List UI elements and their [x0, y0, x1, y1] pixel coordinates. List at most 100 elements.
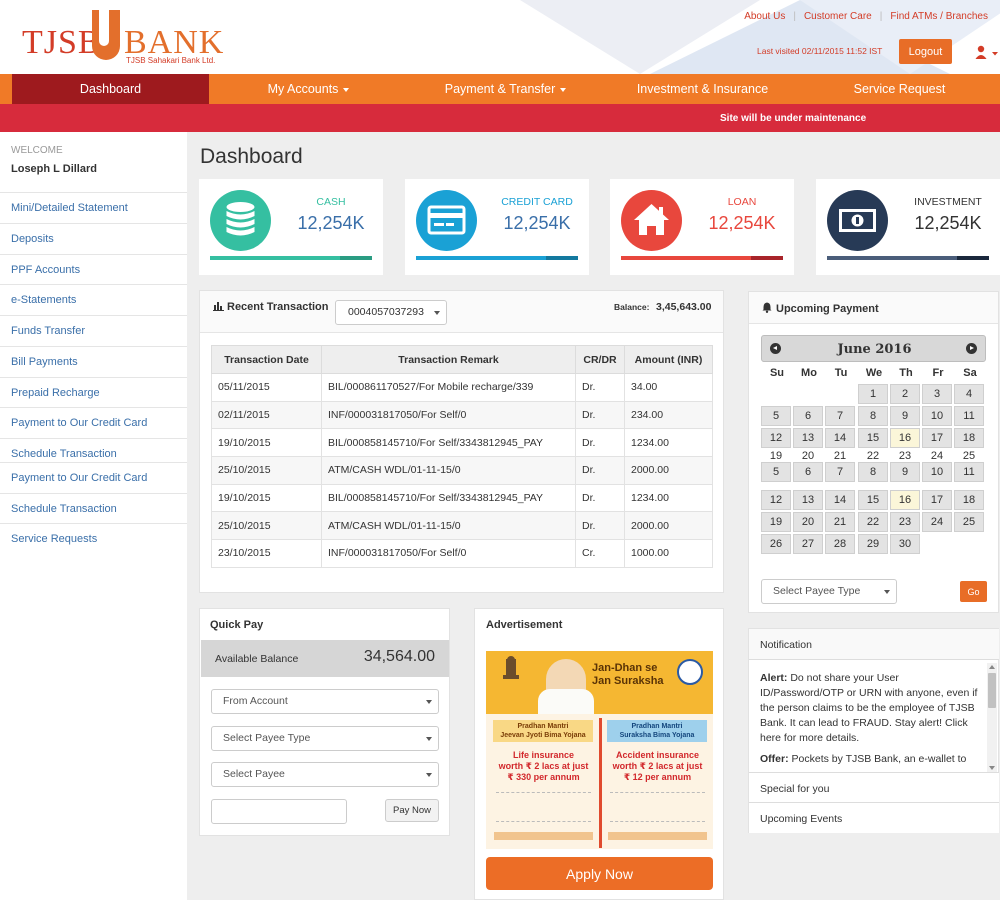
sidebar-item-credit-card-payment[interactable]: Payment to Our Credit Card [0, 462, 187, 492]
notification-scrollbar[interactable] [987, 663, 997, 772]
offer-message[interactable]: Offer: Pockets by TJSB Bank, an e-wallet… [760, 752, 982, 767]
calendar-day[interactable]: 2 [890, 384, 920, 404]
calendar-day[interactable]: 13 [793, 490, 823, 510]
calendar-day[interactable]: 12 [761, 428, 791, 448]
calendar-day[interactable]: 23 [890, 450, 920, 462]
calendar-day[interactable]: 18 [954, 428, 984, 448]
calendar-day[interactable]: 16 [890, 490, 920, 510]
calendar-day[interactable]: 17 [922, 428, 952, 448]
calendar-day[interactable]: 6 [793, 406, 823, 426]
calendar-day[interactable]: 15 [858, 428, 888, 448]
investment-card[interactable]: INVESTMENT 12,254K [816, 179, 1000, 275]
calendar-day[interactable]: 19 [761, 512, 791, 532]
nav-payment-transfer[interactable]: Payment & Transfer [407, 74, 604, 104]
column-header[interactable]: Amount (INR) [624, 345, 713, 374]
table-row[interactable]: 19/10/2015 BIL/000858145710/For Self/3343… [211, 483, 713, 513]
calendar-day[interactable]: 11 [954, 462, 984, 482]
ad-banner-top[interactable]: Jan-Dhan se Jan Suraksha [486, 651, 713, 714]
loan-card[interactable]: LOAN 12,254K [610, 179, 794, 275]
calendar-day[interactable]: 27 [793, 534, 823, 554]
calendar-day[interactable]: 22 [858, 512, 888, 532]
calendar-day[interactable]: 9 [890, 462, 920, 482]
calendar-day[interactable]: 20 [793, 512, 823, 532]
calendar-day[interactable]: 15 [858, 490, 888, 510]
calendar-day[interactable]: 7 [825, 406, 855, 426]
payee-type-select[interactable]: Select Payee Type [211, 726, 439, 751]
nav-investment-insurance[interactable]: Investment & Insurance [604, 74, 801, 104]
pay-now-button[interactable]: Pay Now [385, 799, 439, 822]
sidebar-item-statement[interactable]: Mini/Detailed Statement [0, 192, 187, 222]
calendar-day[interactable]: 24 [922, 450, 952, 462]
nav-service-request[interactable]: Service Request [801, 74, 998, 104]
calendar-day[interactable]: 11 [954, 406, 984, 426]
credit-card-card[interactable]: CREDIT CARD 12,254K [405, 179, 589, 275]
next-month-icon[interactable] [966, 343, 977, 354]
calendar-day[interactable]: 3 [922, 384, 952, 404]
sidebar-item-service-requests[interactable]: Service Requests [0, 523, 187, 553]
column-header[interactable]: Transaction Date [211, 345, 322, 374]
account-select[interactable]: 0004057037293 [335, 300, 447, 325]
sidebar-item-credit-card-payment[interactable]: Payment to Our Credit Card [0, 407, 187, 437]
about-us-link[interactable]: About Us [744, 11, 785, 22]
notification-header[interactable]: Notification [749, 629, 999, 660]
sidebar-item-e-statements[interactable]: e-Statements [0, 284, 187, 314]
scroll-thumb[interactable] [988, 673, 996, 708]
calendar-day[interactable]: 14 [825, 428, 855, 448]
calendar-day[interactable]: 13 [793, 428, 823, 448]
calendar-day[interactable]: 20 [793, 450, 823, 462]
calendar-day[interactable]: 26 [761, 534, 791, 554]
calendar-day[interactable]: 8 [858, 406, 888, 426]
sidebar-item-deposits[interactable]: Deposits [0, 223, 187, 253]
sidebar-item-ppf-accounts[interactable]: PPF Accounts [0, 254, 187, 284]
calendar-day[interactable]: 12 [761, 490, 791, 510]
sidebar-item-bill-payments[interactable]: Bill Payments [0, 346, 187, 376]
calendar-day[interactable]: 10 [922, 462, 952, 482]
calendar-day[interactable]: 9 [890, 406, 920, 426]
calendar-day[interactable]: 25 [954, 450, 984, 462]
calendar-day[interactable]: 24 [922, 512, 952, 532]
calendar-day[interactable]: 18 [954, 490, 984, 510]
calendar-day[interactable]: 28 [825, 534, 855, 554]
calendar-day[interactable]: 19 [761, 450, 791, 462]
calendar-day[interactable]: 30 [890, 534, 920, 554]
user-menu[interactable] [975, 44, 999, 60]
calendar-day[interactable]: 21 [825, 512, 855, 532]
table-row[interactable]: 05/11/2015 BIL/000861170527/For Mobile re… [211, 373, 713, 402]
from-account-select[interactable]: From Account [211, 689, 439, 714]
find-atms-link[interactable]: Find ATMs / Branches [890, 11, 988, 22]
calendar-day[interactable]: 21 [825, 450, 855, 462]
go-button[interactable]: Go [960, 581, 987, 602]
table-row[interactable]: 25/10/2015 ATM/CASH WDL/01-11-15/0 Dr. 2000… [211, 511, 713, 541]
scroll-up-icon[interactable] [989, 665, 995, 669]
calendar-day[interactable]: 16 [890, 428, 920, 448]
table-row[interactable]: 23/10/2015 INF/000031817050/For Self/0 Cr.… [211, 539, 713, 568]
nav-dashboard[interactable]: Dashboard [12, 74, 209, 104]
payee-type-select[interactable]: Select Payee Type [761, 579, 897, 604]
ad-banner-body[interactable]: Pradhan Mantri Jeevan Jyoti Bima Yojana … [486, 714, 713, 849]
scroll-down-icon[interactable] [989, 766, 995, 770]
calendar-day[interactable]: 17 [922, 490, 952, 510]
column-header[interactable]: CR/DR [575, 345, 625, 374]
customer-care-link[interactable]: Customer Care [804, 11, 872, 22]
table-row[interactable]: 19/10/2015 BIL/000858145710/For Self/3343… [211, 428, 713, 458]
column-header[interactable]: Transaction Remark [321, 345, 576, 374]
amount-input[interactable] [211, 799, 347, 824]
special-for-you-row[interactable]: Special for you [749, 772, 999, 803]
calendar-day[interactable]: 1 [858, 384, 888, 404]
calendar-day[interactable]: 5 [761, 462, 791, 482]
calendar-day[interactable]: 6 [793, 462, 823, 482]
sidebar-item-funds-transfer[interactable]: Funds Transfer [0, 315, 187, 345]
alert-message[interactable]: Alert: Do not share your User ID/Passwor… [760, 671, 982, 746]
logout-button[interactable]: Logout [899, 39, 952, 64]
cash-card[interactable]: CASH 12,254K [199, 179, 383, 275]
calendar-day[interactable]: 29 [858, 534, 888, 554]
table-row[interactable]: 02/11/2015 INF/000031817050/For Self/0 Dr.… [211, 400, 713, 430]
calendar-day[interactable]: 10 [922, 406, 952, 426]
calendar-day[interactable]: 7 [825, 462, 855, 482]
calendar-day[interactable]: 23 [890, 512, 920, 532]
apply-now-button[interactable]: Apply Now [486, 857, 713, 890]
table-row[interactable]: 25/10/2015 ATM/CASH WDL/01-11-15/0 Dr. 2000… [211, 456, 713, 485]
upcoming-events-row[interactable]: Upcoming Events [749, 802, 999, 833]
calendar-day[interactable]: 25 [954, 512, 984, 532]
bank-logo[interactable]: TJSB BANK TJSB Sahakari Bank Ltd. [22, 10, 232, 66]
